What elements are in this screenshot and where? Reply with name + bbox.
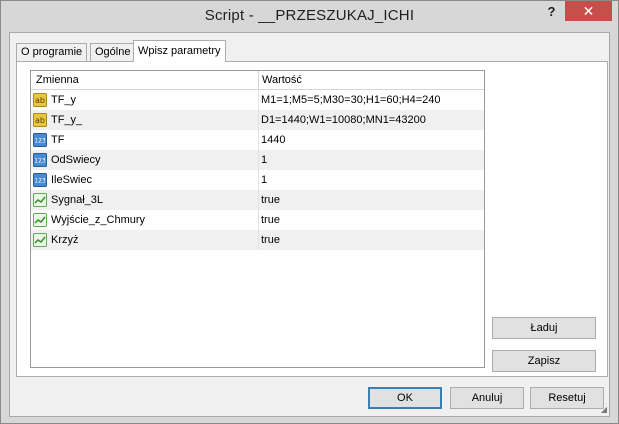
row-variable-name: OdSwiecy	[51, 154, 101, 166]
svg-text:ab: ab	[35, 96, 45, 105]
row-variable-name: Sygnał_3L	[51, 194, 103, 206]
row-variable-name: Krzyż	[51, 234, 79, 246]
row-variable-name: TF	[51, 134, 65, 146]
row-value[interactable]: true	[261, 234, 280, 246]
row-value[interactable]: M1=1;M5=5;M30=30;H1=60;H4=240	[261, 94, 441, 106]
boolean-icon	[33, 193, 47, 207]
string-icon: ab	[33, 93, 47, 107]
integer-icon: 123	[33, 153, 47, 167]
table-row[interactable]: 123 OdSwiecy 1	[31, 150, 484, 170]
table-row[interactable]: Krzyż true	[31, 230, 484, 250]
string-icon: ab	[33, 113, 47, 127]
tab-o-programie[interactable]: O programie	[16, 43, 88, 61]
load-button[interactable]: Ładuj	[492, 317, 596, 339]
parameters-grid[interactable]: Zmienna Wartość ab TF_y M1=1;M5=5;M30=30…	[30, 70, 485, 368]
row-variable-name: TF_y_	[51, 114, 83, 126]
tab-wpisz-parametry[interactable]: Wpisz parametry	[133, 40, 226, 62]
window-title: Script - __PRZESZUKAJ_ICHI	[204, 7, 415, 24]
resize-grip-icon[interactable]: ◢	[601, 405, 607, 414]
tab-ogolne[interactable]: Ogólne	[90, 43, 136, 61]
table-row[interactable]: Sygnał_3L true	[31, 190, 484, 210]
integer-icon: 123	[33, 133, 47, 147]
boolean-icon	[33, 213, 47, 227]
tab-panel-parameters: Zmienna Wartość ab TF_y M1=1;M5=5;M30=30…	[16, 61, 608, 377]
table-row[interactable]: Wyjście_z_Chmury true	[31, 210, 484, 230]
table-row[interactable]: 123 TF 1440	[31, 130, 484, 150]
help-button[interactable]: ?	[539, 1, 564, 21]
boolean-icon	[33, 233, 47, 247]
row-value[interactable]: 1	[261, 174, 267, 186]
reset-button[interactable]: Resetuj	[530, 387, 604, 409]
table-row[interactable]: ab TF_y M1=1;M5=5;M30=30;H1=60;H4=240	[31, 90, 484, 110]
row-value[interactable]: true	[261, 214, 280, 226]
row-value[interactable]: true	[261, 194, 280, 206]
column-header-variable[interactable]: Zmienna	[36, 74, 79, 86]
row-value[interactable]: D1=1440;W1=10080;MN1=43200	[261, 114, 426, 126]
table-row[interactable]: ab TF_y_ D1=1440;W1=10080;MN1=43200	[31, 110, 484, 130]
ok-button[interactable]: OK	[368, 387, 442, 409]
svg-text:123: 123	[34, 158, 46, 165]
row-variable-name: IleSwiec	[51, 174, 92, 186]
close-button[interactable]: ✕	[565, 1, 612, 21]
row-value[interactable]: 1	[261, 154, 267, 166]
cancel-button[interactable]: Anuluj	[450, 387, 524, 409]
row-variable-name: Wyjście_z_Chmury	[51, 214, 146, 226]
dialog-window: Script - __PRZESZUKAJ_ICHI ? ✕ O program…	[0, 0, 619, 424]
column-divider[interactable]	[258, 71, 259, 90]
dialog-body: O programie Ogólne Wpisz parametry Zmien…	[9, 32, 610, 417]
svg-text:123: 123	[34, 138, 46, 145]
close-icon: ✕	[582, 2, 595, 19]
row-value[interactable]: 1440	[261, 134, 285, 146]
svg-text:ab: ab	[35, 116, 45, 125]
title-bar[interactable]: Script - __PRZESZUKAJ_ICHI ? ✕	[1, 1, 618, 32]
save-button[interactable]: Zapisz	[492, 350, 596, 372]
row-variable-name: TF_y	[51, 94, 77, 106]
grid-header: Zmienna Wartość	[31, 71, 484, 90]
table-row[interactable]: 123 IleSwiec 1	[31, 170, 484, 190]
integer-icon: 123	[33, 173, 47, 187]
column-header-value[interactable]: Wartość	[262, 74, 302, 86]
svg-text:123: 123	[34, 178, 46, 185]
